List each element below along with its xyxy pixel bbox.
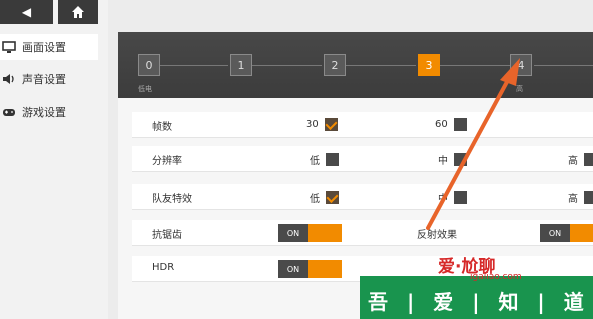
setting-label: HDR [152,262,175,273]
quality-track [534,65,593,66]
fps-option-60[interactable]: 60 [435,118,467,131]
option-label: 高 [568,156,578,167]
hdr-toggle[interactable]: ON [278,260,342,278]
toggle-fill [308,224,342,242]
resolution-option-mid[interactable]: 中 [438,152,467,167]
checkbox-unchecked[interactable] [584,191,593,204]
quality-track [440,65,510,66]
back-button[interactable]: ◀ [0,0,55,24]
toggle-state: ON [278,224,308,242]
checkbox-unchecked[interactable] [454,191,467,204]
reflection-toggle[interactable]: ON [540,224,593,242]
teammate-fx-option-low[interactable]: 低 [310,190,339,205]
quality-level-3[interactable]: 3 [418,54,440,76]
setting-label: 队友特效 [152,194,192,205]
home-icon [72,6,84,18]
quality-track [158,65,228,66]
sidebar-item-game[interactable]: 游戏设置 [0,99,98,125]
setting-label: 反射效果 [417,230,457,241]
sidebar-item-label: 画面设置 [22,41,66,54]
sidebar-item-display[interactable]: 画面设置 [0,34,98,60]
checkbox-unchecked[interactable] [453,118,467,131]
setting-label: 分辨率 [152,156,182,167]
checkbox-unchecked[interactable] [584,153,593,166]
back-arrow-icon: ◀ [21,5,32,19]
setting-label: 抗锯齿 [152,230,182,241]
watermark-banner: 吾 | 爱 | 知 | 道 [360,276,593,319]
option-label: 中 [438,156,448,167]
watermark-url: igaliao.com [470,272,522,282]
setting-label: 帧数 [152,122,172,133]
resolution-option-low[interactable]: 低 [310,152,339,167]
option-label: 低 [310,194,320,205]
resolution-option-high[interactable]: 高 [568,152,593,167]
toggle-fill [570,224,593,242]
teammate-fx-option-mid[interactable]: 中 [438,190,467,205]
settings-sidebar: ◀ 画面设置 声音设置 游戏设置 [0,0,108,319]
setting-row-resolution: 分辨率 低 中 高 [132,146,593,172]
toggle-fill [308,260,342,278]
toggle-state: ON [540,224,570,242]
checkbox-checked[interactable] [326,191,339,204]
toggle-state: ON [278,260,308,278]
monitor-icon [2,41,16,53]
watermark-text: 吾 | 爱 | 知 | 道 [368,290,590,314]
checkbox-unchecked[interactable] [454,153,467,166]
option-label: 高 [568,194,578,205]
quality-level-2[interactable]: 2 [324,54,346,76]
sidebar-item-label: 游戏设置 [22,106,66,119]
option-label: 中 [438,194,448,205]
setting-row-teammate-effects: 队友特效 低 中 高 [132,184,593,210]
home-button[interactable] [58,0,98,24]
quality-level-4[interactable]: 4 [510,54,532,76]
sidebar-item-label: 声音设置 [22,73,66,86]
setting-row-antialias: 抗锯齿 ON 反射效果 ON [132,220,593,246]
fps-option-30[interactable]: 30 [306,118,338,131]
quality-track [252,65,322,66]
quality-level-1[interactable]: 1 [230,54,252,76]
option-label: 低 [310,156,320,167]
setting-row-fps: 帧数 30 60 [132,112,593,138]
antialias-toggle[interactable]: ON [278,224,342,242]
option-label: 30 [306,119,319,130]
quality-caption-low: 低电 [138,85,152,93]
option-label: 60 [435,119,448,130]
checkbox-checked[interactable] [324,118,338,131]
quality-track [346,65,416,66]
quality-preset-bar: 0 1 2 3 4 低电 高 [118,32,593,98]
teammate-fx-option-high[interactable]: 高 [568,190,593,205]
quality-level-0[interactable]: 0 [138,54,160,76]
speaker-icon [3,74,14,84]
gamepad-icon [3,109,15,116]
sidebar-item-sound[interactable]: 声音设置 [0,66,98,92]
quality-caption-high: 高 [516,85,523,93]
checkbox-unchecked[interactable] [326,153,339,166]
